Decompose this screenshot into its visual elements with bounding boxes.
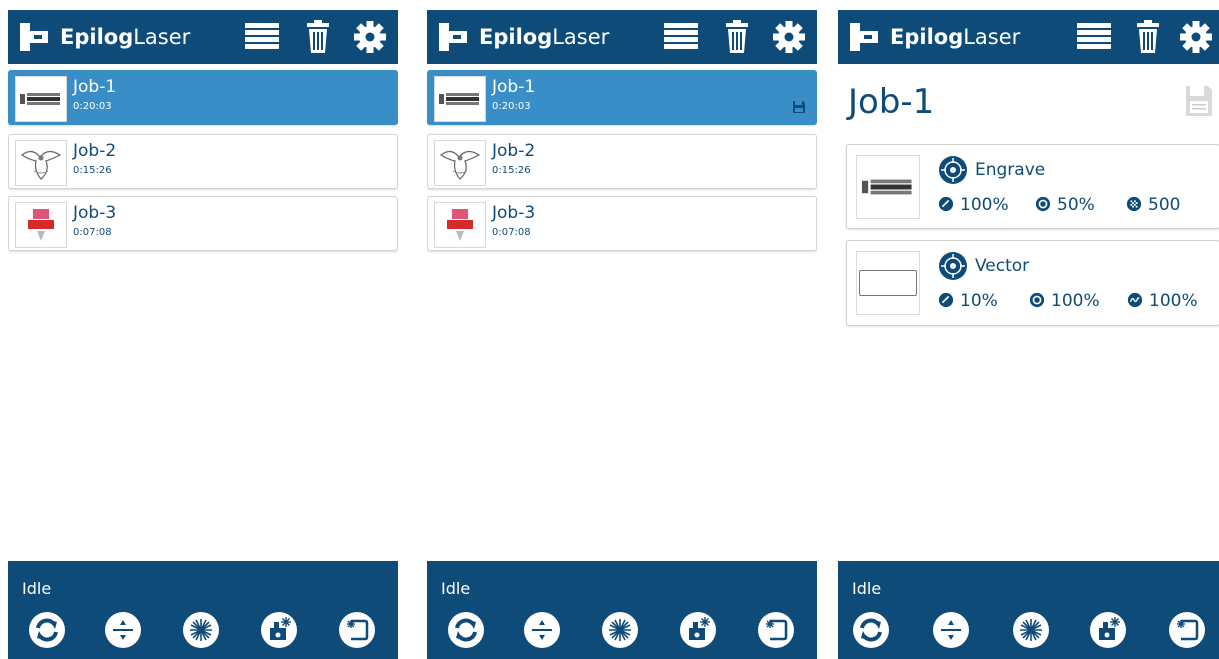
speed-icon <box>938 292 954 308</box>
status-text: Idle <box>22 579 52 598</box>
home-icon[interactable] <box>338 611 376 649</box>
job-item-2[interactable]: Job-2 0:15:26 <box>8 134 398 189</box>
job-time: 0:07:08 <box>492 227 531 238</box>
gear-icon[interactable] <box>771 20 807 54</box>
job-item-1[interactable]: Job-1 0:20:03 <box>8 70 398 125</box>
job-list-panel-save: EpilogLaser Job-1 0:20:03 Job-2 0:15:26 … <box>427 0 817 659</box>
gear-icon[interactable] <box>352 20 388 54</box>
brand-name: EpilogLaser <box>890 25 1021 49</box>
status-text: Idle <box>441 579 471 598</box>
job-time: 0:20:03 <box>73 101 112 112</box>
vector-thumbnail <box>856 251 920 315</box>
job-time: 0:15:26 <box>73 165 112 176</box>
trash-icon[interactable] <box>1130 20 1166 54</box>
job-item-1[interactable]: Job-1 0:20:03 <box>427 70 817 125</box>
job-name: Job-3 <box>73 203 117 223</box>
header-bar: EpilogLaser <box>838 10 1219 64</box>
power-icon <box>1029 292 1045 308</box>
vector-label: Vector <box>975 256 1030 276</box>
job-item-2[interactable]: Job-2 0:15:26 <box>427 134 817 189</box>
footer-bar: Idle <box>427 561 817 659</box>
job-thumbnail-darner <box>15 202 67 248</box>
engrave-thumbnail <box>856 155 920 219</box>
epilog-logo-icon <box>20 23 48 51</box>
vector-power: 100% <box>1029 290 1100 312</box>
focus-icon[interactable] <box>104 611 142 649</box>
laser-fire-icon[interactable] <box>1012 611 1050 649</box>
job-thumbnail-eagle <box>15 140 67 186</box>
footer-bar: Idle <box>8 561 398 659</box>
engrave-resolution: 500 <box>1126 194 1180 216</box>
job-name: Job-2 <box>73 141 117 161</box>
vector-target-icon <box>938 251 968 281</box>
vector-card[interactable]: Vector 10% 100% 100% <box>846 240 1219 326</box>
header-bar: EpilogLaser <box>427 10 817 64</box>
job-list-icon[interactable] <box>1076 20 1112 54</box>
home-icon[interactable] <box>757 611 795 649</box>
engrave-power: 50% <box>1035 194 1095 216</box>
laser-fire-icon[interactable] <box>601 611 639 649</box>
jog-icon[interactable] <box>260 611 298 649</box>
home-icon[interactable] <box>1168 611 1206 649</box>
save-icon[interactable] <box>792 100 806 114</box>
gear-icon[interactable] <box>1178 20 1214 54</box>
job-item-3[interactable]: Job-3 0:07:08 <box>8 196 398 251</box>
job-time: 0:20:03 <box>492 101 531 112</box>
focus-icon[interactable] <box>932 611 970 649</box>
job-name: Job-1 <box>73 77 117 97</box>
jog-icon[interactable] <box>679 611 717 649</box>
job-thumbnail-eagle <box>434 140 486 186</box>
speed-icon <box>938 196 954 212</box>
job-list-icon[interactable] <box>663 20 699 54</box>
job-detail-title: Job-1 <box>848 82 935 122</box>
engrave-speed: 100% <box>938 194 1009 216</box>
engrave-card[interactable]: Engrave 100% 50% 500 <box>846 144 1219 229</box>
job-list-icon[interactable] <box>244 20 280 54</box>
brand-name: EpilogLaser <box>479 25 610 49</box>
footer-bar: Idle <box>838 561 1219 659</box>
laser-fire-icon[interactable] <box>182 611 220 649</box>
status-text: Idle <box>852 579 882 598</box>
job-thumbnail-engrave <box>434 76 486 122</box>
brand-name: EpilogLaser <box>60 25 191 49</box>
engrave-label: Engrave <box>975 160 1046 180</box>
job-time: 0:07:08 <box>73 227 112 238</box>
power-icon <box>1035 196 1051 212</box>
trash-icon[interactable] <box>300 20 336 54</box>
job-name: Job-3 <box>492 203 536 223</box>
vector-speed: 10% <box>938 290 998 312</box>
refresh-icon[interactable] <box>447 611 485 649</box>
job-thumbnail-engrave <box>15 76 67 122</box>
job-detail-panel: EpilogLaser Job-1 Engrave 100% 50% 500 V… <box>838 0 1219 659</box>
header-bar: EpilogLaser <box>8 10 398 64</box>
focus-icon[interactable] <box>523 611 561 649</box>
job-name: Job-1 <box>492 77 536 97</box>
frequency-icon <box>1127 292 1143 308</box>
job-thumbnail-darner <box>434 202 486 248</box>
epilog-logo-icon <box>850 23 878 51</box>
resolution-icon <box>1126 196 1142 212</box>
refresh-icon[interactable] <box>28 611 66 649</box>
epilog-logo-icon <box>439 23 467 51</box>
trash-icon[interactable] <box>719 20 755 54</box>
engrave-target-icon <box>938 155 968 185</box>
save-icon[interactable] <box>1184 84 1214 118</box>
job-list-panel: EpilogLaser Job-1 0:20:03 Job-2 0:15:26 … <box>8 0 398 659</box>
refresh-icon[interactable] <box>852 611 890 649</box>
job-time: 0:15:26 <box>492 165 531 176</box>
jog-icon[interactable] <box>1089 611 1127 649</box>
job-name: Job-2 <box>492 141 536 161</box>
job-item-3[interactable]: Job-3 0:07:08 <box>427 196 817 251</box>
vector-frequency: 100% <box>1127 290 1198 312</box>
